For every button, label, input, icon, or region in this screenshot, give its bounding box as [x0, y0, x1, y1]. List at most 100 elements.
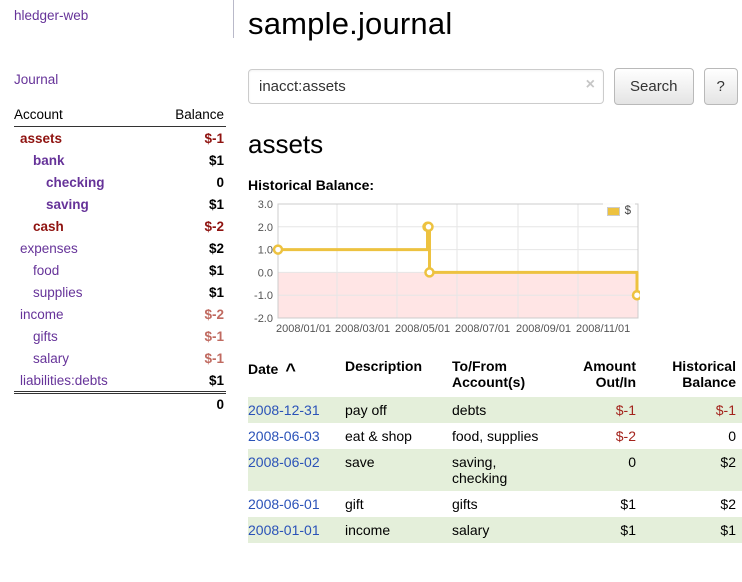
- sidebar-account-link[interactable]: supplies: [14, 285, 83, 300]
- chart-legend: $: [603, 203, 635, 219]
- col-header-date[interactable]: Date ^: [248, 358, 345, 397]
- sidebar-account-row: saving $1: [14, 193, 226, 215]
- col-header-date-label: Date: [248, 361, 278, 377]
- sidebar-account-row: supplies $1: [14, 281, 226, 303]
- sort-asc-icon: ^: [285, 360, 296, 380]
- sidebar: hledger-web Journal Account Balance asse…: [0, 0, 233, 413]
- col-header-amount: Amount Out/In: [564, 358, 644, 397]
- sidebar-account-link[interactable]: bank: [14, 153, 65, 168]
- sidebar-account-balance: $1: [209, 153, 224, 168]
- transaction-accounts-cell: gifts: [452, 491, 564, 517]
- transaction-date-link[interactable]: 2008-06-02: [248, 454, 320, 470]
- sidebar-account-balance: $-2: [204, 219, 224, 234]
- sidebar-account-link[interactable]: food: [14, 263, 59, 278]
- transaction-description: save: [345, 449, 452, 491]
- sidebar-account-balance: $-2: [204, 307, 224, 322]
- sidebar-account-link[interactable]: expenses: [14, 241, 78, 256]
- transaction-balance: 0: [644, 423, 742, 449]
- sidebar-divider: [233, 0, 234, 38]
- legend-series-swatch: [607, 207, 620, 216]
- transaction-accounts: gifts: [452, 496, 548, 512]
- svg-text:3.0: 3.0: [258, 199, 273, 211]
- accounts-total-row: 0: [14, 391, 226, 413]
- transaction-accounts-cell: debts: [452, 397, 564, 423]
- transaction-accounts-cell: saving, checking: [452, 449, 564, 491]
- register-header-row: Date ^ Description To/From Account(s) Amo…: [248, 358, 742, 397]
- transaction-date-cell: 2008-01-01: [248, 517, 345, 543]
- transaction-amount: 0: [564, 449, 644, 491]
- app-title-link[interactable]: hledger-web: [14, 8, 226, 23]
- transaction-description: pay off: [345, 397, 452, 423]
- sidebar-account-row: expenses $2: [14, 237, 226, 259]
- transaction-amount: $1: [564, 491, 644, 517]
- svg-text:2008/11/01: 2008/11/01: [576, 323, 630, 335]
- svg-text:0.0: 0.0: [258, 267, 273, 279]
- search-button[interactable]: Search: [614, 68, 694, 105]
- sidebar-account-balance: $-1: [204, 351, 224, 366]
- register-row: 2008-06-01 giftgifts $1$2: [248, 491, 742, 517]
- transaction-accounts: salary: [452, 522, 548, 538]
- accounts-header-account: Account: [14, 107, 63, 122]
- sidebar-account-row: cash $-2: [14, 215, 226, 237]
- accounts-header-balance: Balance: [175, 107, 224, 122]
- transaction-balance: $2: [644, 491, 742, 517]
- historical-balance-chart: 3.02.01.00.0-1.0-2.02008/01/012008/03/01…: [248, 198, 640, 338]
- transaction-date-link[interactable]: 2008-12-31: [248, 402, 320, 418]
- svg-text:1.0: 1.0: [258, 245, 273, 257]
- account-heading: assets: [248, 129, 742, 160]
- sidebar-account-balance: $2: [209, 241, 224, 256]
- sidebar-account-link[interactable]: gifts: [14, 329, 58, 344]
- sidebar-account-row: income $-2: [14, 303, 226, 325]
- transaction-description: eat & shop: [345, 423, 452, 449]
- svg-text:2008/09/01: 2008/09/01: [516, 323, 571, 335]
- sidebar-account-link[interactable]: income: [14, 307, 64, 322]
- accounts-list: assets$-1bank$1checking0saving$1cash$-2e…: [14, 127, 226, 391]
- sidebar-account-link[interactable]: cash: [14, 219, 64, 234]
- transaction-description: gift: [345, 491, 452, 517]
- transaction-amount: $-2: [564, 423, 644, 449]
- accounts-total-balance: 0: [216, 397, 224, 413]
- svg-text:2.0: 2.0: [258, 222, 273, 234]
- svg-text:2008/01/01: 2008/01/01: [276, 323, 331, 335]
- transaction-date-link[interactable]: 2008-01-01: [248, 522, 320, 538]
- sidebar-account-link[interactable]: assets: [14, 131, 62, 146]
- register-row: 2008-06-02 savesaving, checking0$2: [248, 449, 742, 491]
- sidebar-account-balance: $1: [209, 197, 224, 212]
- sidebar-account-balance: $1: [209, 263, 224, 278]
- sidebar-account-row: bank $1: [14, 149, 226, 171]
- transaction-accounts-cell: salary: [452, 517, 564, 543]
- main-content: sample.journal × Search ? assets Histori…: [248, 0, 742, 543]
- col-header-accounts: To/From Account(s): [452, 358, 564, 397]
- svg-text:-1.0: -1.0: [254, 290, 273, 302]
- transaction-date-link[interactable]: 2008-06-03: [248, 428, 320, 444]
- chart-title: Historical Balance:: [248, 177, 742, 193]
- transaction-accounts: debts: [452, 402, 548, 418]
- sidebar-account-link[interactable]: salary: [14, 351, 69, 366]
- sidebar-account-row: assets$-1: [14, 127, 226, 149]
- transaction-date-link[interactable]: 2008-06-01: [248, 496, 320, 512]
- transaction-date-cell: 2008-06-03: [248, 423, 345, 449]
- sidebar-account-row: salary $-1: [14, 347, 226, 369]
- help-button[interactable]: ?: [704, 68, 738, 105]
- register-table: Date ^ Description To/From Account(s) Amo…: [248, 358, 742, 543]
- transaction-balance: $2: [644, 449, 742, 491]
- sidebar-account-row: checking0: [14, 171, 226, 193]
- sidebar-account-balance: $1: [209, 285, 224, 300]
- search-input[interactable]: [248, 69, 604, 104]
- sidebar-account-balance: $1: [209, 373, 224, 388]
- sidebar-account-link[interactable]: liabilities:debts: [14, 373, 108, 388]
- sidebar-account-balance: $-1: [204, 329, 224, 344]
- col-header-accounts-label: To/From Account(s): [452, 358, 548, 390]
- clear-search-icon[interactable]: ×: [586, 76, 595, 94]
- sidebar-item-journal[interactable]: Journal: [14, 72, 226, 87]
- col-header-description: Description: [345, 358, 452, 397]
- chart-canvas: 3.02.01.00.0-1.0-2.02008/01/012008/03/01…: [248, 198, 640, 336]
- register-row: 2008-01-01incomesalary$1$1: [248, 517, 742, 543]
- sidebar-account-link[interactable]: checking: [14, 175, 105, 190]
- sidebar-account-link[interactable]: saving: [14, 197, 89, 212]
- transaction-date-cell: 2008-12-31: [248, 397, 345, 423]
- register-row: 2008-06-03 eat & shopfood, supplies$-20: [248, 423, 742, 449]
- page-title: sample.journal: [248, 6, 742, 42]
- svg-text:2008/05/01: 2008/05/01: [395, 323, 450, 335]
- transaction-accounts-cell: food, supplies: [452, 423, 564, 449]
